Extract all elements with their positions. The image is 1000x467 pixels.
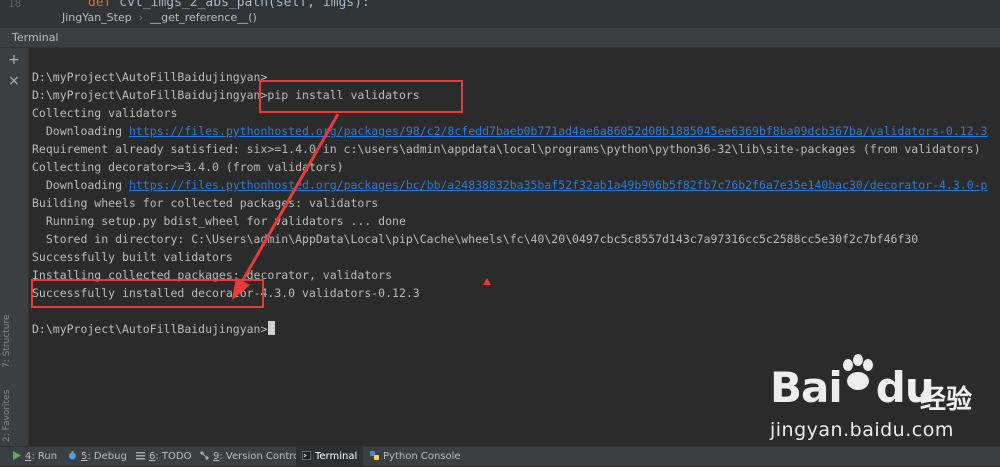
terminal-output[interactable]: D:\myProject\AutoFillBaidujingyan> D:\myP…: [32, 68, 1000, 338]
terminal-text: Successfully built validators: [32, 250, 233, 264]
panel-title: Terminal: [12, 31, 59, 44]
terminal-line: D:\myProject\AutoFillBaidujingyan>pip in…: [32, 86, 1000, 104]
terminal-line: Downloading https://files.pythonhosted.o…: [32, 176, 1000, 194]
version-control-icon: [200, 448, 209, 460]
terminal-text: Installing collected packages: decorator…: [32, 268, 393, 282]
terminal-text: Stored in directory: C:\Users\admin\AppD…: [32, 232, 919, 246]
code-keyword: def: [88, 0, 112, 10]
terminal-line: Installing collected packages: decorator…: [32, 266, 1000, 284]
terminal-line: D:\myProject\AutoFillBaidujingyan>: [32, 68, 1000, 86]
watermark-cn: 经验: [920, 385, 973, 415]
terminal-text: D:\myProject\AutoFillBaidujingyan>: [32, 322, 268, 336]
breadcrumb-separator: ›: [138, 11, 144, 24]
download-label: Downloading: [32, 124, 129, 138]
terminal-text: Collecting decorator>=3.4.0 (from valida…: [32, 160, 344, 174]
terminal-title-bar: Terminal: [0, 29, 1000, 48]
python-console-tab[interactable]: Python Console: [370, 447, 461, 466]
download-label: Downloading: [32, 178, 129, 192]
terminal-text: D:\myProject\AutoFillBaidujingyan>pip in…: [32, 88, 420, 102]
debug-icon: [68, 448, 77, 460]
terminal-tab[interactable]: Terminal: [296, 447, 364, 466]
terminal-text: D:\myProject\AutoFillBaidujingyan>: [32, 70, 268, 84]
add-terminal-button[interactable]: +: [7, 53, 21, 67]
breadcrumb: JingYan_Step › __get_reference__(): [62, 11, 257, 24]
download-link[interactable]: https://files.pythonhosted.org/packages/…: [129, 124, 988, 138]
text-cursor: [268, 321, 276, 335]
terminal-toolbar: + × 7: Structure 2: Favorites: [0, 48, 29, 446]
todo-tab[interactable]: 6: TODO: [136, 447, 191, 466]
debug-tab[interactable]: 5: Debug: [68, 447, 127, 466]
terminal-text: Requirement already satisfied: six>=1.4.…: [32, 142, 981, 156]
terminal-text: Running setup.py bdist_wheel for validat…: [32, 214, 406, 228]
terminal-icon: [301, 448, 312, 461]
terminal-line: Building wheels for collected packages: …: [32, 194, 1000, 212]
python-console-icon: [370, 448, 379, 460]
download-link[interactable]: https://files.pythonhosted.org/packages/…: [129, 178, 988, 192]
terminal-line: D:\myProject\AutoFillBaidujingyan>: [32, 320, 1000, 338]
terminal-line: Successfully built validators: [32, 248, 1000, 266]
favorites-tool-label[interactable]: 2: Favorites: [2, 376, 14, 442]
todo-icon: [136, 448, 145, 460]
breadcrumb-item[interactable]: __get_reference__(): [150, 11, 257, 24]
watermark-brand: Bai du: [770, 363, 935, 412]
terminal-line: Collecting decorator>=3.4.0 (from valida…: [32, 158, 1000, 176]
terminal-line: Requirement already satisfied: six>=1.4.…: [32, 140, 1000, 158]
editor-strip: 18 def cvt_imgs_2_abs_path(self, imgs): …: [0, 0, 1000, 29]
editor-gutter: 18: [0, 0, 34, 28]
code-line: def cvt_imgs_2_abs_path(self, imgs):: [88, 0, 370, 10]
terminal-text: Successfully installed decorator-4.3.0 v…: [32, 286, 420, 300]
breadcrumb-item[interactable]: JingYan_Step: [62, 11, 132, 24]
baidu-jingyan-watermark: Bai du 经验 jingyan.baidu.com: [770, 354, 990, 455]
version-control-tab[interactable]: 9: Version Control: [200, 447, 302, 466]
terminal-line: Stored in directory: C:\Users\admin\AppD…: [32, 230, 1000, 248]
terminal-text: Building wheels for collected packages: …: [32, 196, 379, 210]
run-tab[interactable]: 4: Run: [12, 447, 57, 466]
code-text: cvt_imgs_2_abs_path(self, imgs):: [111, 0, 370, 10]
line-number: 18: [8, 0, 22, 10]
terminal-line: Collecting validators: [32, 104, 1000, 122]
terminal-line: Downloading https://files.pythonhosted.o…: [32, 122, 1000, 140]
close-terminal-button[interactable]: ×: [7, 74, 21, 88]
terminal-text: Collecting validators: [32, 106, 178, 120]
terminal-line: Successfully installed decorator-4.3.0 v…: [32, 284, 1000, 302]
terminal-line: Running setup.py bdist_wheel for validat…: [32, 212, 1000, 230]
structure-tool-label[interactable]: 7: Structure: [2, 298, 14, 369]
run-icon: [12, 448, 21, 460]
watermark-url: jingyan.baidu.com: [770, 419, 954, 441]
